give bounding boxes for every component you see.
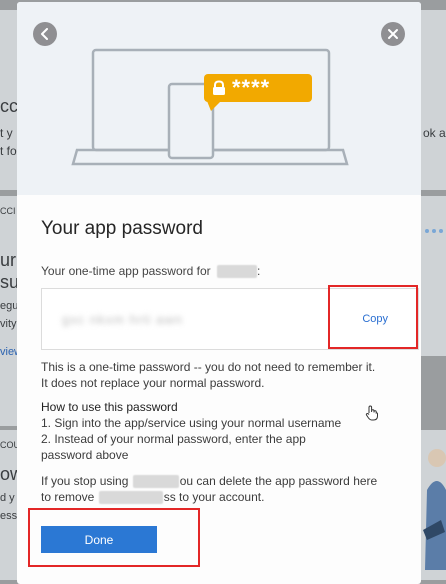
- masked-stars: ****: [232, 75, 271, 100]
- stop-using-text-4: ss to your account.: [163, 490, 265, 504]
- bg-dots-icon: [425, 229, 443, 233]
- note-line-2: It does not replace your normal password…: [41, 376, 265, 390]
- stop-using-text-3: to remove: [41, 490, 95, 504]
- howto-step-2-cont: password above: [41, 448, 129, 462]
- bg-fragment: cc: [0, 96, 18, 116]
- badge-pointer: [207, 101, 221, 111]
- redacted-email: [217, 265, 257, 279]
- stop-using-text-1: If you stop using: [41, 474, 129, 488]
- bg-fragment: ok a: [423, 126, 446, 140]
- bg-fragment: t fo: [0, 144, 17, 158]
- app-password-value: gxc nkxm hrti awn: [62, 312, 184, 327]
- hand-cursor-icon: [365, 405, 378, 421]
- close-button[interactable]: [381, 22, 405, 46]
- highlight-copy-box: [328, 285, 418, 349]
- password-label: Your one-time app password for :: [41, 264, 261, 279]
- lock-icon: [213, 80, 225, 95]
- highlight-done-box: [28, 508, 200, 567]
- stop-using-line-1: If you stop using ou can delete the app …: [41, 474, 377, 489]
- background-card-right-top: [421, 10, 446, 190]
- howto-step-2: 2. Instead of your normal password, ente…: [41, 432, 306, 446]
- bg-fragment: CCI: [0, 206, 16, 216]
- password-badge: ****: [204, 74, 312, 102]
- howto-heading: How to use this password: [41, 400, 178, 414]
- bg-fragment: t y: [0, 126, 13, 140]
- back-button[interactable]: [33, 22, 57, 46]
- stop-using-line-2: to remove ss to your account.: [41, 490, 264, 505]
- background-card-left-bottom: [0, 430, 17, 580]
- dialog-title: Your app password: [41, 218, 203, 239]
- chevron-left-icon: [41, 28, 48, 40]
- redacted-app-name: [132, 475, 179, 489]
- howto-step-1: 1. Sign into the app/service using your …: [41, 416, 342, 430]
- password-label-text: Your one-time app password for: [41, 264, 211, 278]
- close-icon: [388, 29, 398, 39]
- dialog-illustration: ****: [17, 2, 421, 195]
- bg-illustration-person-icon: [423, 449, 446, 570]
- background-card-right-middle: [421, 196, 446, 356]
- redacted-app-access: [98, 491, 163, 505]
- note-line-1: This is a one-time password -- you do no…: [41, 360, 376, 374]
- bg-fragment: ess: [0, 510, 18, 522]
- bg-fragment: d y: [0, 492, 15, 504]
- password-label-colon: :: [257, 264, 261, 278]
- bg-fragment: ur: [0, 250, 17, 270]
- stop-using-text-2: ou can delete the app password here: [179, 474, 378, 488]
- bg-fragment: vity: [0, 318, 17, 330]
